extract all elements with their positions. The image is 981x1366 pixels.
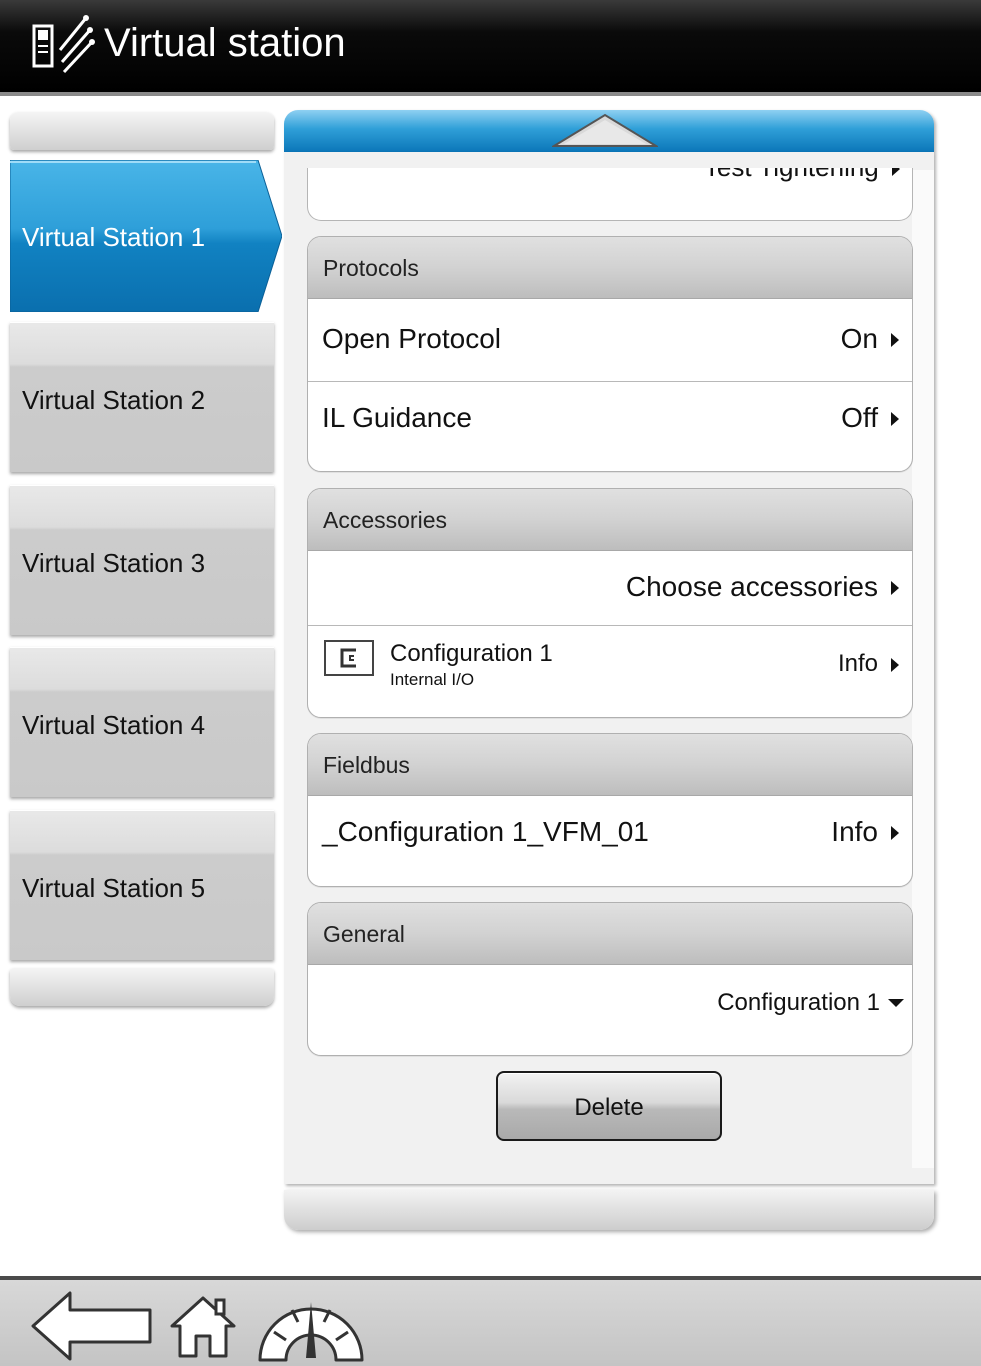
station-tab-label: Virtual Station 5 [22, 873, 206, 903]
row-value: On [840, 323, 878, 354]
row-label: IL Guidance [322, 402, 472, 433]
scroll-up-bar[interactable] [284, 110, 934, 152]
accessories-group: Accessories Choose accessories Configura… [307, 488, 913, 718]
station-tab-3[interactable]: Virtual Station 3 [10, 485, 274, 635]
station-tab-2[interactable]: Virtual Station 2 [10, 322, 274, 472]
scroll-gutter [912, 170, 934, 1168]
dropdown-value: Configuration 1 [717, 989, 880, 1016]
clipped-row[interactable]: Test Tightening [704, 168, 900, 183]
row-value: Choose accessories [625, 571, 878, 602]
scroll-down-bar[interactable] [284, 1190, 934, 1230]
station-tab-5[interactable]: Virtual Station 5 [10, 810, 274, 960]
protocols-group: Protocols Open Protocol On IL Guidance O… [307, 236, 913, 472]
station-tab-label: Virtual Station 3 [22, 548, 206, 578]
chevron-right-icon [891, 333, 899, 347]
open-protocol-row[interactable]: Open Protocol On [308, 299, 912, 382]
app-header: Virtual station [0, 0, 981, 96]
station-list-top-cap [10, 112, 274, 150]
scroll-up-arrow-icon[interactable] [552, 112, 658, 148]
home-icon[interactable] [168, 1294, 238, 1360]
row-label: _Configuration 1_VFM_01 [322, 816, 649, 847]
delete-button[interactable]: Delete [496, 1071, 722, 1141]
chevron-right-icon [891, 581, 899, 595]
chevron-right-icon [891, 826, 899, 840]
row-value: Info [831, 816, 878, 847]
group-header: Accessories [308, 489, 912, 551]
config-title: Configuration 1 [390, 640, 553, 667]
bottom-nav-bar [0, 1276, 981, 1366]
fieldbus-config-row[interactable]: _Configuration 1_VFM_01 Info [308, 796, 912, 884]
gauge-icon[interactable] [256, 1296, 366, 1362]
station-tab-label: Virtual Station 1 [22, 222, 206, 252]
chevron-down-icon [888, 999, 904, 1007]
station-list-bottom-cap [10, 968, 274, 1006]
station-tab-label: Virtual Station 2 [22, 385, 206, 415]
chevron-right-icon [891, 412, 899, 426]
row-value: Off [841, 402, 878, 433]
back-arrow-icon[interactable] [30, 1290, 154, 1362]
fieldbus-group: Fieldbus _Configuration 1_VFM_01 Info [307, 733, 913, 887]
station-tab-1[interactable]: Virtual Station 1 [10, 160, 282, 312]
general-config-dropdown[interactable]: Configuration 1 [308, 965, 912, 1053]
station-tab-4[interactable]: Virtual Station 4 [10, 647, 274, 797]
group-header: Protocols [308, 237, 912, 299]
config-subtitle: Internal I/O [390, 670, 475, 689]
choose-accessories-row[interactable]: Choose accessories [308, 551, 912, 626]
configuration-row[interactable]: Configuration 1 Internal I/O Info [308, 626, 912, 716]
page-title: Virtual station [104, 21, 346, 65]
clipped-card: Test Tightening [307, 168, 913, 221]
chevron-right-icon [891, 658, 899, 672]
station-tab-label: Virtual Station 4 [22, 710, 206, 740]
general-group: General Configuration 1 [307, 902, 913, 1056]
group-header: General [308, 903, 912, 965]
row-value: Info [837, 650, 878, 677]
virtual-station-icon [32, 15, 95, 74]
clipped-row-label: Test Tightening [704, 168, 879, 182]
row-label: Open Protocol [322, 323, 501, 354]
group-header: Fieldbus [308, 734, 912, 796]
config-c-icon [324, 640, 374, 676]
il-guidance-row[interactable]: IL Guidance Off [308, 382, 912, 470]
chevron-right-icon [892, 168, 900, 177]
